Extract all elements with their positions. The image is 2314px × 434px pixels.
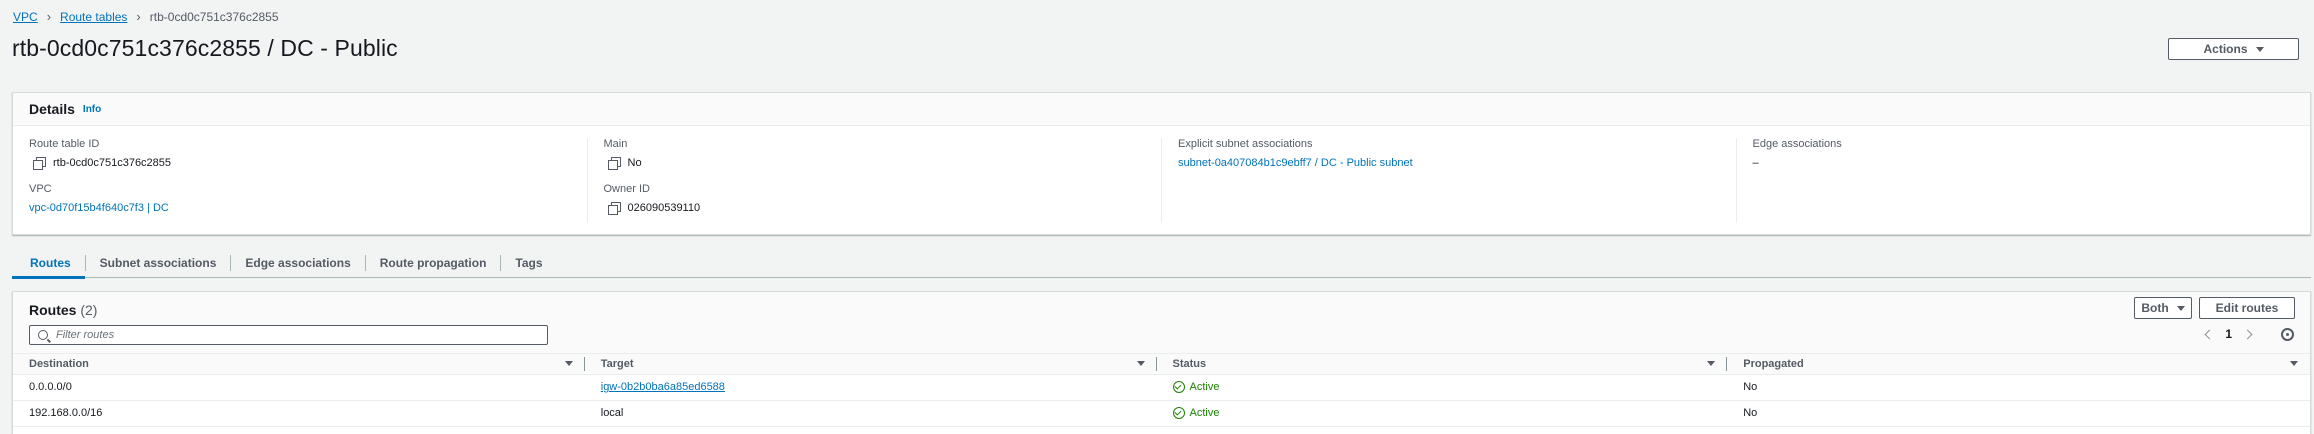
details-col-2: Main No Owner ID 026090539110	[588, 138, 1162, 223]
details-grid: Route table ID rtb-0cd0c751c376c2855 VPC…	[13, 138, 2310, 234]
chevron-right-icon[interactable]	[2242, 329, 2253, 339]
filter-routes-box	[29, 325, 548, 345]
page-title: rtb-0cd0c751c376c2855 / DC - Public	[12, 35, 398, 61]
check-circle-icon	[1172, 381, 1185, 393]
column-target[interactable]: Target	[584, 354, 1157, 375]
edit-routes-button[interactable]: Edit routes	[2199, 297, 2295, 319]
edge-field: Edge associations –	[1753, 138, 2311, 170]
check-circle-icon	[1172, 407, 1185, 419]
caret-down-icon	[2176, 305, 2185, 311]
main-text: No	[627, 157, 642, 169]
column-status-label: Status	[1172, 357, 1207, 370]
caret-down-icon[interactable]	[1136, 361, 1145, 367]
propagated-cell: No	[1727, 400, 2310, 427]
column-destination-label: Destination	[29, 357, 89, 370]
tab-edge-associations[interactable]: Edge associations	[231, 254, 366, 271]
table-row: 0.0.0.0/0 igw-0b2b0ba6a85ed6588 Active N…	[13, 374, 2310, 401]
vpc-link[interactable]: vpc-0d70f15b4f640c7f3 | DC	[29, 202, 169, 214]
vpc-field: VPC vpc-0d70f15b4f640c7f3 | DC	[29, 183, 587, 215]
destination-cell: 0.0.0.0/0	[13, 374, 585, 401]
tab-bar: Routes Subnet associations Edge associat…	[12, 248, 2311, 279]
status-text: Active	[1189, 381, 1220, 393]
caret-down-icon	[2255, 46, 2264, 52]
details-col-4: Edge associations –	[1737, 138, 2311, 223]
tab-route-propagation[interactable]: Route propagation	[366, 254, 502, 271]
edge-value: –	[1752, 157, 1759, 169]
copy-icon[interactable]	[607, 202, 621, 215]
column-target-label: Target	[600, 357, 634, 370]
status-badge: Active	[1172, 381, 1728, 393]
owner-id-value: 026090539110	[604, 201, 1162, 215]
routes-title-text: Routes	[29, 302, 77, 318]
column-destination[interactable]: Destination	[13, 354, 585, 375]
copy-icon[interactable]	[607, 157, 621, 170]
details-col-3: Explicit subnet associations subnet-0a40…	[1162, 138, 1737, 223]
breadcrumb: VPC › Route tables › rtb-0cd0c751c376c28…	[13, 9, 279, 24]
status-text: Active	[1189, 407, 1220, 419]
breadcrumb-current: rtb-0cd0c751c376c2855	[149, 9, 279, 24]
table-row: 192.168.0.0/16 local Active No	[13, 400, 2310, 427]
caret-down-icon[interactable]	[2290, 361, 2298, 367]
caret-down-icon[interactable]	[1707, 361, 1716, 367]
route-table-id-text: rtb-0cd0c751c376c2855	[53, 157, 172, 169]
search-icon	[38, 330, 48, 340]
status-badge: Active	[1172, 407, 1728, 419]
routes-title: Routes (2)	[29, 302, 97, 318]
tab-subnet-associations[interactable]: Subnet associations	[86, 254, 232, 271]
chevron-left-icon[interactable]	[2204, 329, 2215, 339]
main-field: Main No	[604, 138, 1162, 170]
details-panel: Details Info Route table ID rtb-0cd0c751…	[12, 92, 2311, 235]
column-propagated-label: Propagated	[1743, 357, 1804, 370]
gear-icon[interactable]	[2281, 327, 2294, 341]
routes-table-header: Destination Target Status Propagated	[13, 354, 2310, 375]
actions-button[interactable]: Actions	[2168, 38, 2299, 60]
details-col-1: Route table ID rtb-0cd0c751c376c2855 VPC…	[13, 138, 588, 223]
column-status[interactable]: Status	[1156, 354, 1728, 375]
breadcrumb-route-tables-link[interactable]: Route tables	[60, 10, 127, 24]
explicit-value: subnet-0a407084b1c9ebff7 / DC - Public s…	[1178, 156, 1736, 170]
chevron-right-icon: ›	[46, 9, 52, 24]
destination-cell: 192.168.0.0/16	[13, 400, 585, 427]
edge-label: Edge associations	[1752, 138, 1842, 150]
both-dropdown[interactable]: Both	[2134, 297, 2192, 319]
details-title: Details	[29, 101, 75, 117]
target-cell: igw-0b2b0ba6a85ed6588	[584, 374, 1157, 401]
target-cell: local	[584, 400, 1157, 427]
breadcrumb-vpc-link[interactable]: VPC	[13, 10, 38, 24]
main-value: No	[604, 156, 1162, 170]
chevron-right-icon: ›	[136, 9, 141, 24]
column-propagated[interactable]: Propagated	[1727, 354, 2310, 375]
actions-button-label: Actions	[2203, 42, 2248, 56]
caret-down-icon[interactable]	[564, 361, 573, 367]
tab-tags[interactable]: Tags	[501, 255, 556, 271]
owner-id-field: Owner ID 026090539110	[604, 183, 1162, 215]
routes-count: (2)	[80, 302, 98, 318]
propagated-cell: No	[1727, 374, 2310, 401]
explicit-subnet-link[interactable]: subnet-0a407084b1c9ebff7 / DC - Public s…	[1178, 157, 1413, 169]
route-table-id-field: Route table ID rtb-0cd0c751c376c2855	[29, 138, 587, 170]
owner-id-label: Owner ID	[603, 183, 650, 195]
target-igw-link[interactable]: igw-0b2b0ba6a85ed6588	[601, 381, 725, 393]
route-table-id-value: rtb-0cd0c751c376c2855	[29, 156, 587, 170]
explicit-field: Explicit subnet associations subnet-0a40…	[1178, 138, 1736, 170]
vpc-value: vpc-0d70f15b4f640c7f3 | DC	[29, 201, 587, 215]
status-cell: Active	[1156, 400, 1728, 427]
status-cell: Active	[1156, 374, 1728, 401]
routes-table: Destination Target Status Propagated 0.0…	[13, 354, 2310, 427]
details-header: Details Info	[13, 93, 2310, 126]
page-number[interactable]: 1	[2225, 327, 2232, 341]
routes-panel: Routes (2) Both Edit routes 1 Destinatio…	[12, 291, 2311, 434]
filter-routes-input[interactable]	[56, 329, 536, 341]
pagination: 1	[2198, 325, 2294, 343]
copy-icon[interactable]	[33, 157, 46, 170]
both-dropdown-label: Both	[2141, 301, 2169, 315]
info-link[interactable]: Info	[83, 104, 101, 115]
owner-id-text: 026090539110	[627, 202, 701, 214]
main-label: Main	[603, 138, 628, 150]
tab-routes[interactable]: Routes	[12, 254, 86, 279]
vpc-label: VPC	[29, 183, 52, 195]
explicit-label: Explicit subnet associations	[1178, 138, 1313, 150]
routes-header: Routes (2) Both Edit routes 1	[13, 292, 2310, 354]
route-table-id-label: Route table ID	[29, 138, 100, 150]
